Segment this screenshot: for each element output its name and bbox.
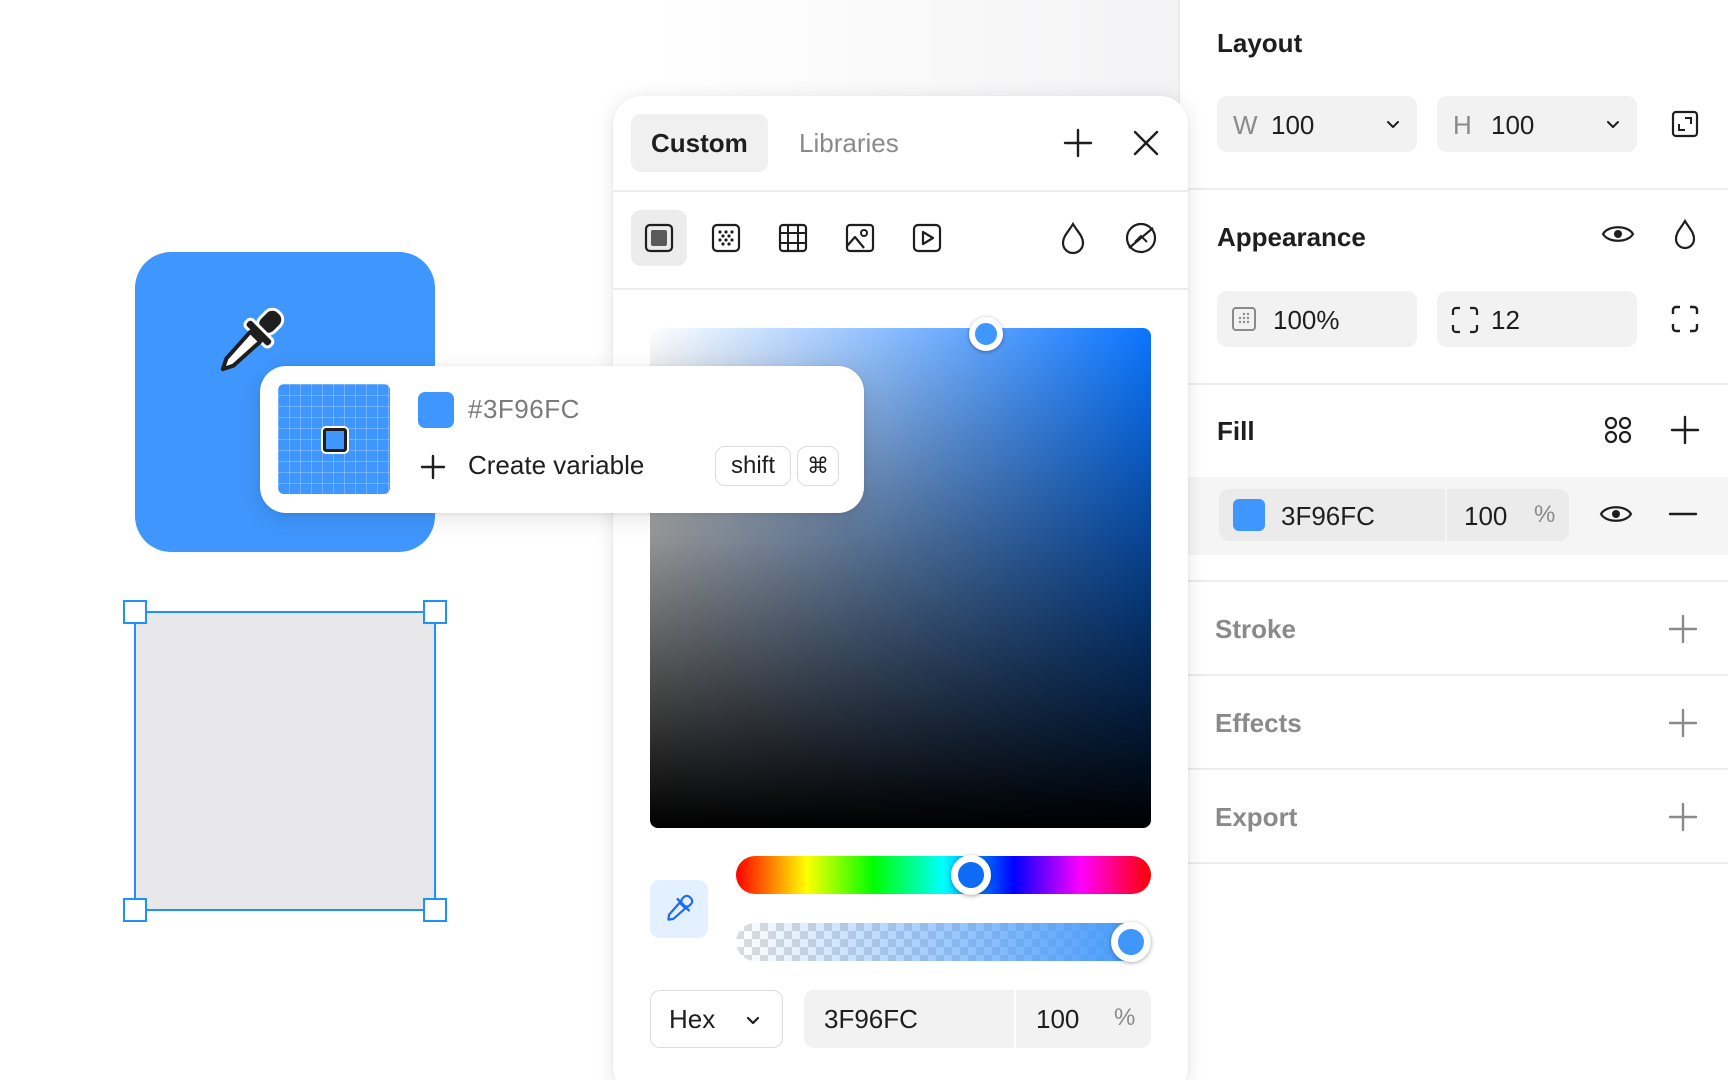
image-icon [845,223,875,253]
blend-mode-button[interactable] [1665,214,1705,254]
eye-icon [1599,506,1633,522]
visibility-off-icon [1125,222,1157,254]
corner-radius-icon [1451,306,1479,334]
plus-icon [1668,708,1698,738]
section-title-fill: Fill [1217,416,1255,446]
eye-icon [1601,226,1635,242]
resize-to-fit-icon [1671,110,1699,138]
styles-grid-icon [1604,416,1632,444]
tab-libraries[interactable]: Libraries [779,114,919,172]
alpha-slider-thumb[interactable] [1111,922,1151,962]
toggle-visibility-button[interactable] [1598,214,1638,254]
hex-input-group: 3F96FC 100 % [804,990,1151,1048]
independent-corners-icon [1671,305,1699,333]
chevron-down-icon [746,1016,760,1025]
paint-type-gradient[interactable] [698,210,754,266]
paint-type-video[interactable] [899,210,955,266]
shortcut-cmd-key: ⌘ [797,446,839,486]
divider [613,190,1188,192]
chevron-down-icon [1387,121,1399,128]
fill-opacity-unit: % [1534,501,1556,528]
opacity-value[interactable]: 100% [1273,305,1340,336]
color-sample-popup: #3F96FC Create variable shift ⌘ [260,366,864,513]
plus-icon [1063,128,1093,158]
solid-icon [644,223,674,253]
add-style-button[interactable] [1058,123,1098,163]
hue-slider[interactable] [736,856,1151,894]
chevron-down-icon [1607,121,1619,128]
plus-icon[interactable] [420,454,446,480]
plus-icon [1670,415,1700,445]
video-icon [912,223,942,253]
height-label: H [1453,110,1472,140]
width-label: W [1233,110,1258,140]
styles-button[interactable] [1598,410,1638,450]
eyedropper-icon [667,894,694,921]
paint-type-pattern[interactable] [765,210,821,266]
loupe-center-pixel [323,428,347,452]
height-value[interactable]: 100 [1491,110,1534,141]
divider [1180,383,1728,385]
width-field[interactable]: W 100 [1217,96,1417,152]
create-variable-button[interactable]: Create variable [468,450,644,481]
color-picker-panel: Custom Libraries Hex 3F96FC 100 % [613,96,1188,1080]
minus-icon [1668,512,1698,516]
plus-icon [1668,802,1698,832]
width-value[interactable]: 100 [1271,110,1314,141]
section-title-appearance: Appearance [1217,222,1366,252]
alpha-unit: % [1114,1004,1136,1031]
resize-to-fit-button[interactable] [1665,104,1705,144]
paint-type-image[interactable] [832,210,888,266]
fill-field[interactable]: 3F96FC 100 % [1219,489,1569,541]
blend-mode-button[interactable] [1053,218,1093,258]
hue-slider-thumb[interactable] [951,855,991,895]
saturation-brightness-thumb[interactable] [969,317,1003,351]
plus-icon [1668,614,1698,644]
hex-input[interactable]: 3F96FC [824,1004,918,1035]
divider [613,288,1188,290]
selected-frame[interactable] [123,600,447,922]
gradient-icon [711,223,741,253]
height-field[interactable]: H 100 [1437,96,1637,152]
sampled-color-swatch [418,392,454,428]
add-export-button[interactable] [1663,797,1703,837]
shortcut-shift-key: shift [715,446,791,486]
resize-handle-top-left[interactable] [123,600,147,624]
eyedropper-button[interactable] [650,880,708,938]
fill-hex-value[interactable]: 3F96FC [1281,501,1375,532]
droplet-icon [1061,221,1085,255]
close-picker-button[interactable] [1126,123,1166,163]
add-effect-button[interactable] [1663,703,1703,743]
independent-corners-button[interactable] [1665,299,1705,339]
remove-fill-button[interactable] [1663,494,1703,534]
pattern-icon [778,223,808,253]
droplet-icon [1674,218,1696,250]
resize-handle-bottom-right[interactable] [423,898,447,922]
tab-custom[interactable]: Custom [631,114,768,172]
hide-paint-button[interactable] [1121,218,1161,258]
fill-color-swatch[interactable] [1233,499,1265,531]
divider [1180,188,1728,190]
add-stroke-button[interactable] [1663,609,1703,649]
section-title-layout: Layout [1217,28,1303,58]
opacity-icon [1232,307,1256,331]
sampled-hex-label: #3F96FC [468,394,580,424]
resize-handle-top-right[interactable] [423,600,447,624]
color-mode-value: Hex [669,1003,716,1034]
color-mode-select[interactable]: Hex [650,990,783,1048]
opacity-field[interactable]: 100% [1217,291,1417,347]
alpha-input[interactable]: 100 [1036,1004,1079,1035]
alpha-slider[interactable] [736,923,1151,961]
corner-radius-value[interactable]: 12 [1491,305,1520,336]
fill-opacity-value[interactable]: 100 [1464,501,1507,532]
magnifier-loupe [278,384,390,494]
add-fill-button[interactable] [1665,410,1705,450]
corner-radius-field[interactable]: 12 [1437,291,1637,347]
resize-handle-bottom-left[interactable] [123,898,147,922]
paint-type-solid[interactable] [631,210,687,266]
close-icon [1133,130,1159,156]
toggle-fill-visibility-button[interactable] [1596,494,1636,534]
